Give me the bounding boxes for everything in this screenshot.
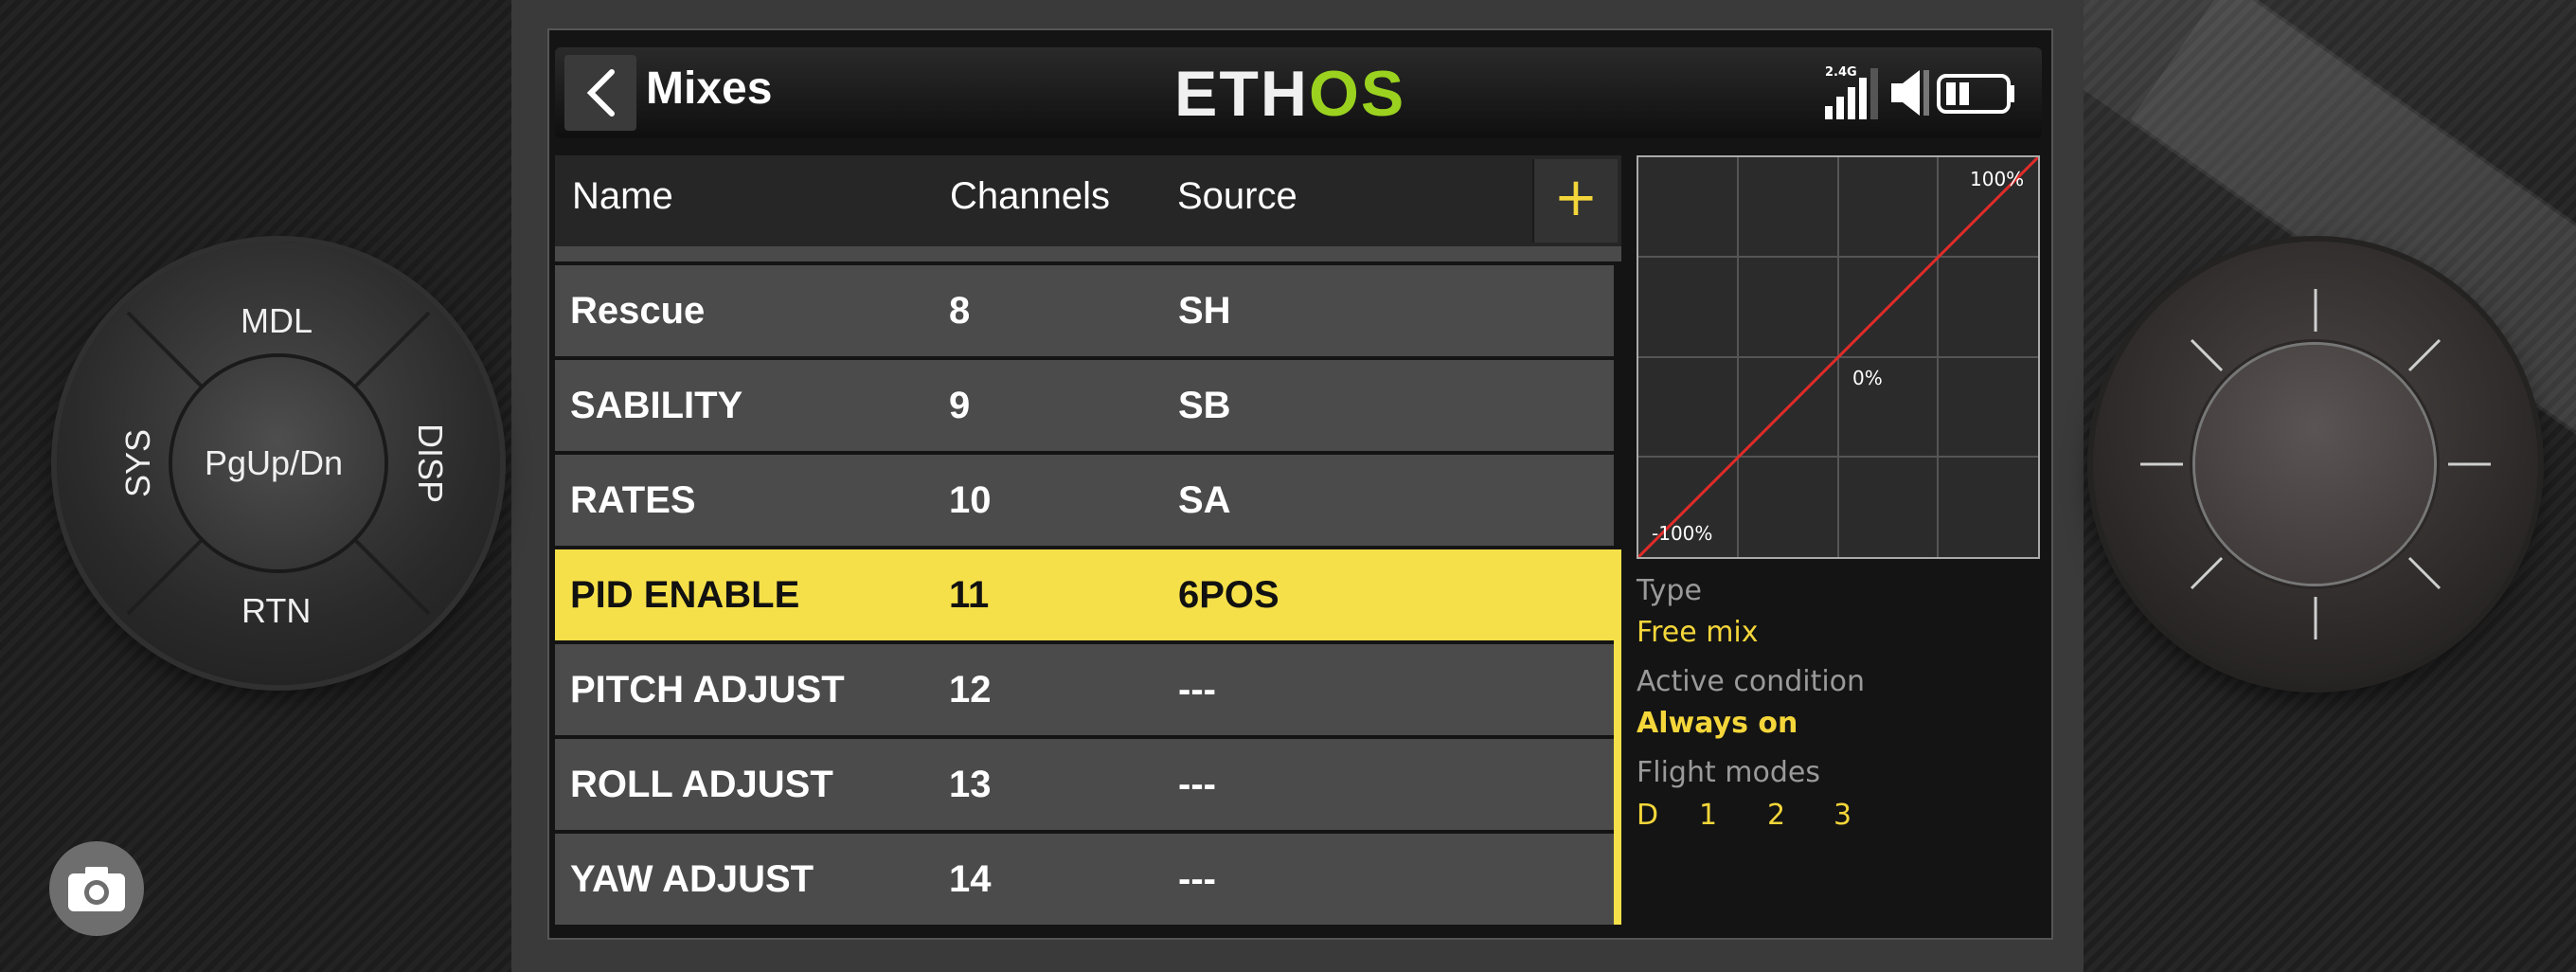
table-row[interactable]: Rescue 8 SH [555,265,1614,356]
mix-source: SA [1178,479,1231,521]
chevron-left-icon [586,69,615,117]
column-header-name: Name [572,175,673,217]
flight-mode-item: 3 [1834,799,1852,832]
mix-channel: 13 [949,764,992,805]
table-row-selected[interactable]: PID ENABLE 11 6POS [555,549,1621,640]
mix-channel: 11 [949,574,990,616]
table-row[interactable]: YAW ADJUST 14 --- [555,834,1614,925]
flight-mode-item: D [1637,799,1659,832]
column-header-channels: Channels [950,175,1111,217]
curve-label-max: 100% [1970,168,2024,190]
curve-label-min: -100% [1652,522,1712,545]
mix-channel: 8 [949,290,971,332]
mix-source: --- [1178,764,1216,805]
mix-source: --- [1178,858,1216,900]
flight-mode-item: 2 [1767,799,1786,832]
mix-name: ROLL ADJUST [570,764,833,805]
curve-label-mid: 0% [1852,367,1883,389]
mix-source: --- [1178,669,1216,711]
screenshot-button[interactable] [49,841,144,936]
page-title: Mixes [646,63,773,114]
mix-name: PID ENABLE [570,574,800,616]
mix-channel: 12 [949,669,992,711]
back-button[interactable] [564,55,636,131]
selection-scroll-indicator [1614,640,1621,925]
rtn-button[interactable]: RTN [242,591,311,631]
flight-modes-label: Flight modes [1637,756,1820,789]
mix-channel: 10 [949,479,992,521]
flight-mode-item: 1 [1699,799,1718,832]
mix-channel: 9 [949,385,971,426]
mix-name: YAW ADJUST [570,858,814,900]
dial-center-label: PgUp/Dn [205,443,344,482]
partial-row-above [555,246,1621,261]
plus-icon: + [1553,167,1599,228]
mix-source: SH [1178,290,1231,332]
mix-name: Rescue [570,290,706,332]
disp-button[interactable]: DISP [410,423,450,503]
ethos-logo: ETHOS [1174,58,1406,130]
column-header-source: Source [1177,175,1297,217]
rf-band-label: 2.4G [1825,65,1857,80]
mix-name: SABILITY [570,385,743,426]
battery-icon [1937,74,2014,114]
type-label: Type [1637,574,1702,607]
active-condition-label: Active condition [1637,665,1866,698]
type-value: Free mix [1637,616,1759,649]
sys-button[interactable]: SYS [118,429,158,497]
status-icons: 2.4G [1823,63,2031,123]
mix-channel: 14 [949,858,992,900]
signal-icon: 2.4G [1825,65,1878,119]
rotary-encoder-knob[interactable] [2195,345,2434,584]
mix-name: RATES [570,479,696,521]
add-mix-button[interactable]: + [1532,159,1618,243]
mix-source: SB [1178,385,1231,426]
active-condition-value: Always on [1637,707,1798,740]
camera-icon [68,867,125,911]
mdl-button[interactable]: MDL [241,301,313,341]
mix-name: PITCH ADJUST [570,669,845,711]
table-row[interactable]: RATES 10 SA [555,455,1614,546]
table-row[interactable]: SABILITY 9 SB [555,360,1614,451]
mix-source: 6POS [1178,574,1279,616]
mix-curve-graph: 100% 0% -100% [1637,155,2040,559]
table-row[interactable]: ROLL ADJUST 13 --- [555,739,1614,830]
speaker-icon [1891,70,1929,116]
table-row[interactable]: PITCH ADJUST 12 --- [555,644,1614,735]
